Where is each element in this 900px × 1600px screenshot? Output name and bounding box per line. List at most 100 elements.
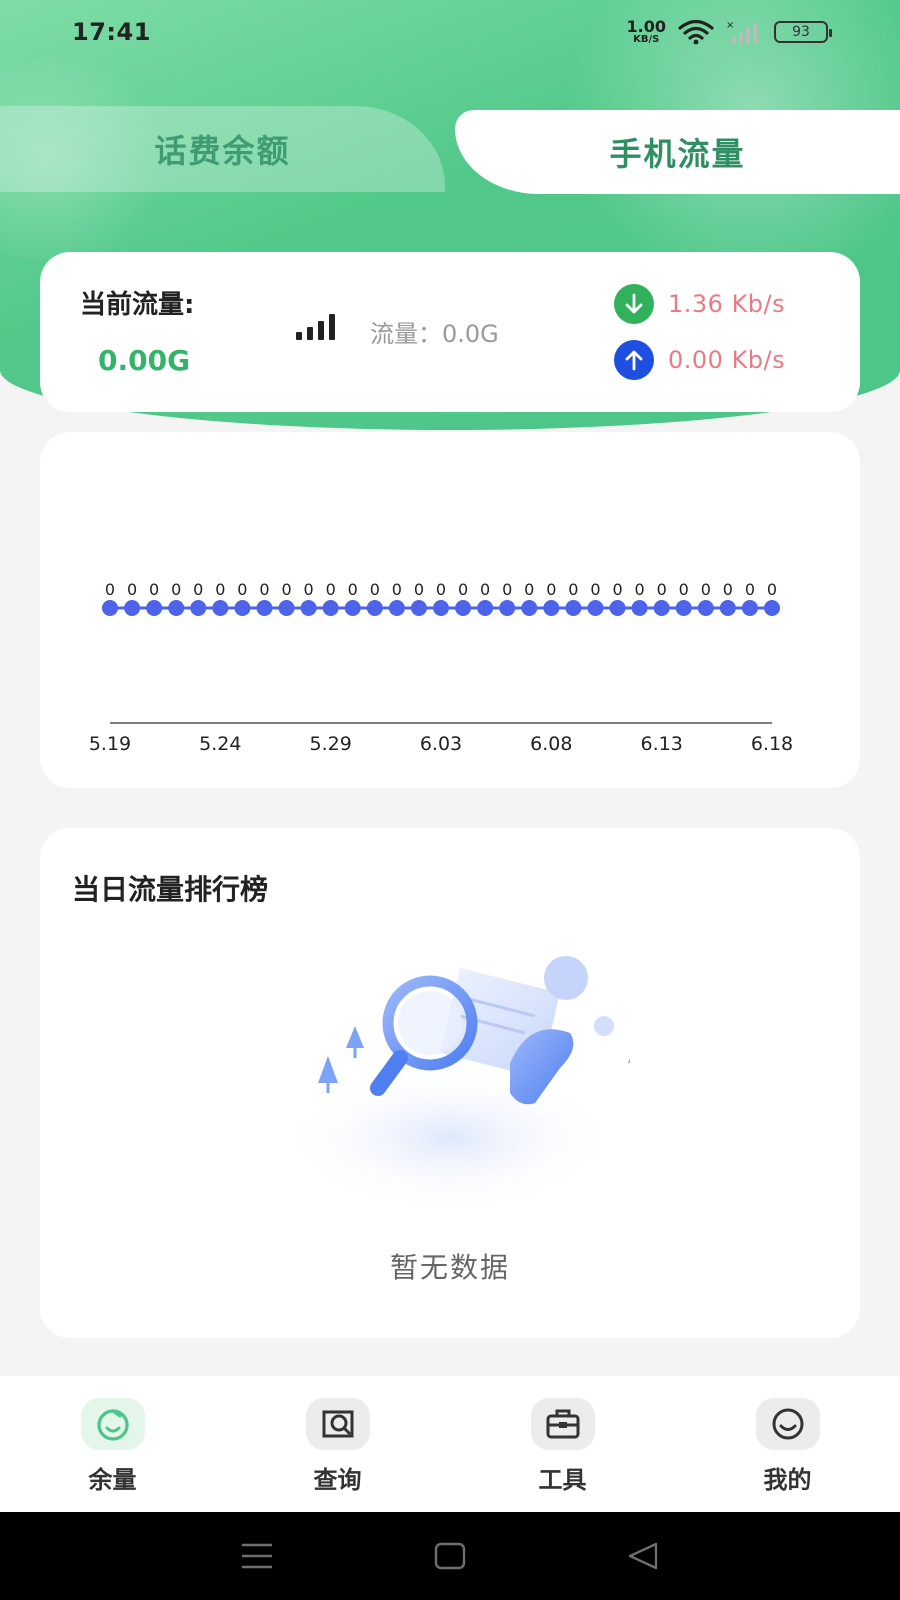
data-label: 0 bbox=[635, 580, 645, 599]
data-label: 0 bbox=[237, 580, 247, 599]
data-point bbox=[697, 600, 714, 616]
data-label: 0 bbox=[281, 580, 291, 599]
nav-label-query: 查询 bbox=[313, 1466, 362, 1494]
data-point bbox=[741, 600, 758, 616]
data-label: 0 bbox=[392, 580, 402, 599]
toolbox-icon bbox=[530, 1398, 595, 1450]
data-point bbox=[190, 600, 207, 616]
data-label: 0 bbox=[370, 580, 380, 599]
network-speed-value: 1.00 bbox=[626, 17, 666, 36]
data-point bbox=[631, 600, 648, 616]
data-label: 0 bbox=[149, 580, 159, 599]
data-label: 0 bbox=[679, 580, 689, 599]
data-label: 0 bbox=[436, 580, 446, 599]
data-point bbox=[124, 600, 141, 616]
tab-mobile-data[interactable]: 手机流量 bbox=[455, 110, 900, 194]
data-point bbox=[322, 600, 339, 616]
data-point bbox=[366, 600, 383, 616]
data-label: 0 bbox=[568, 580, 578, 599]
data-label: 0 bbox=[193, 580, 203, 599]
bottom-navigation: 余量 查询 工具 我的 bbox=[0, 1376, 900, 1512]
flow-amount-label: 流量：0.0G bbox=[370, 320, 499, 348]
data-label: 0 bbox=[326, 580, 336, 599]
traffic-line-chart: 0 0 0 0 0 0 0 0 0 0 0 0 0 0 0 0 0 0 0 0 0 0 0 0 0 0 0 0 0 0 05.19 5.24 5… bbox=[89, 580, 793, 755]
menu-icon[interactable] bbox=[240, 1541, 274, 1571]
smile-icon bbox=[755, 1398, 820, 1450]
data-point bbox=[344, 600, 361, 616]
nav-item-balance[interactable]: 余量 bbox=[0, 1376, 225, 1512]
download-rate-value: 1.36 Kb/s bbox=[668, 290, 786, 318]
data-point bbox=[675, 600, 692, 616]
data-label: 0 bbox=[767, 580, 777, 599]
x-tick-label: 6.08 bbox=[530, 733, 572, 755]
nav-item-profile[interactable]: 我的 bbox=[675, 1376, 900, 1512]
data-point bbox=[609, 600, 626, 616]
data-label: 0 bbox=[171, 580, 181, 599]
data-label: 0 bbox=[458, 580, 468, 599]
data-point bbox=[543, 600, 560, 616]
network-speed: 1.00 KB/S bbox=[627, 19, 666, 45]
data-point bbox=[587, 600, 604, 616]
search-card-icon bbox=[305, 1398, 370, 1450]
data-label: 0 bbox=[745, 580, 755, 599]
data-label: 0 bbox=[524, 580, 534, 599]
data-label: 0 bbox=[348, 580, 358, 599]
data-point bbox=[719, 600, 736, 616]
data-label: 0 bbox=[480, 580, 490, 599]
wifi-icon bbox=[678, 19, 714, 45]
cellular-signal-icon: × bbox=[726, 20, 757, 43]
tab-mobile-data-label: 手机流量 bbox=[609, 135, 746, 173]
current-traffic-title: 当前流量: bbox=[80, 290, 195, 320]
signal-bars-icon bbox=[296, 314, 335, 340]
data-point bbox=[477, 600, 494, 616]
ranking-title: 当日流量排行榜 bbox=[72, 873, 269, 906]
data-point bbox=[521, 600, 538, 616]
data-point bbox=[278, 600, 295, 616]
data-point bbox=[764, 600, 780, 616]
x-tick-label: 5.24 bbox=[199, 733, 241, 755]
data-point bbox=[499, 600, 516, 616]
nav-item-query[interactable]: 查询 bbox=[225, 1376, 450, 1512]
current-traffic-card: 当前流量: 0.00G 流量：0.0G 1.36 Kb/s 0.00 Kb/s bbox=[40, 252, 860, 412]
data-point bbox=[102, 600, 118, 616]
x-tick-label: 6.13 bbox=[641, 733, 683, 755]
data-point bbox=[653, 600, 670, 616]
nav-label-profile: 我的 bbox=[763, 1466, 812, 1494]
x-tick-label: 5.19 bbox=[89, 733, 131, 755]
data-point bbox=[234, 600, 251, 616]
data-label: 0 bbox=[127, 580, 137, 599]
empty-search-illustration bbox=[280, 956, 630, 1213]
tab-phone-balance[interactable]: 话费余额 bbox=[0, 106, 445, 192]
data-point bbox=[455, 600, 472, 616]
data-point bbox=[256, 600, 273, 616]
current-traffic-value: 0.00G bbox=[98, 344, 191, 377]
download-rate: 1.36 Kb/s bbox=[614, 284, 785, 324]
data-point bbox=[565, 600, 582, 616]
data-label: 0 bbox=[259, 580, 269, 599]
data-label: 0 bbox=[657, 580, 667, 599]
data-point bbox=[146, 600, 163, 616]
data-label: 0 bbox=[502, 580, 512, 599]
x-tick-label: 6.03 bbox=[420, 733, 462, 755]
data-label: 0 bbox=[105, 580, 115, 599]
back-icon[interactable] bbox=[626, 1541, 660, 1571]
data-label: 0 bbox=[304, 580, 314, 599]
x-tick-label: 5.29 bbox=[310, 733, 352, 755]
data-label: 0 bbox=[701, 580, 711, 599]
data-point bbox=[300, 600, 317, 616]
droplet-icon bbox=[80, 1398, 145, 1450]
daily-ranking-card: 当日流量排行榜 暂无数据 bbox=[40, 828, 860, 1338]
data-point bbox=[410, 600, 427, 616]
x-tick-label: 6.18 bbox=[751, 733, 793, 755]
battery-indicator: 93 bbox=[774, 21, 832, 43]
upload-arrow-icon bbox=[614, 340, 654, 380]
data-point bbox=[168, 600, 185, 616]
upload-rate-value: 0.00 Kb/s bbox=[668, 346, 786, 374]
data-point bbox=[433, 600, 449, 616]
home-icon[interactable] bbox=[433, 1541, 467, 1571]
data-point bbox=[212, 600, 229, 616]
traffic-chart-card: 0 0 0 0 0 0 0 0 0 0 0 0 0 0 0 0 0 0 0 0 0 0 0 0 0 0 0 0 0 0 0 5.19 5.24 5… bbox=[40, 432, 860, 788]
nav-item-tools[interactable]: 工具 bbox=[450, 1376, 675, 1512]
nav-label-tools: 工具 bbox=[538, 1466, 587, 1494]
system-navigation-bar bbox=[0, 1512, 900, 1600]
